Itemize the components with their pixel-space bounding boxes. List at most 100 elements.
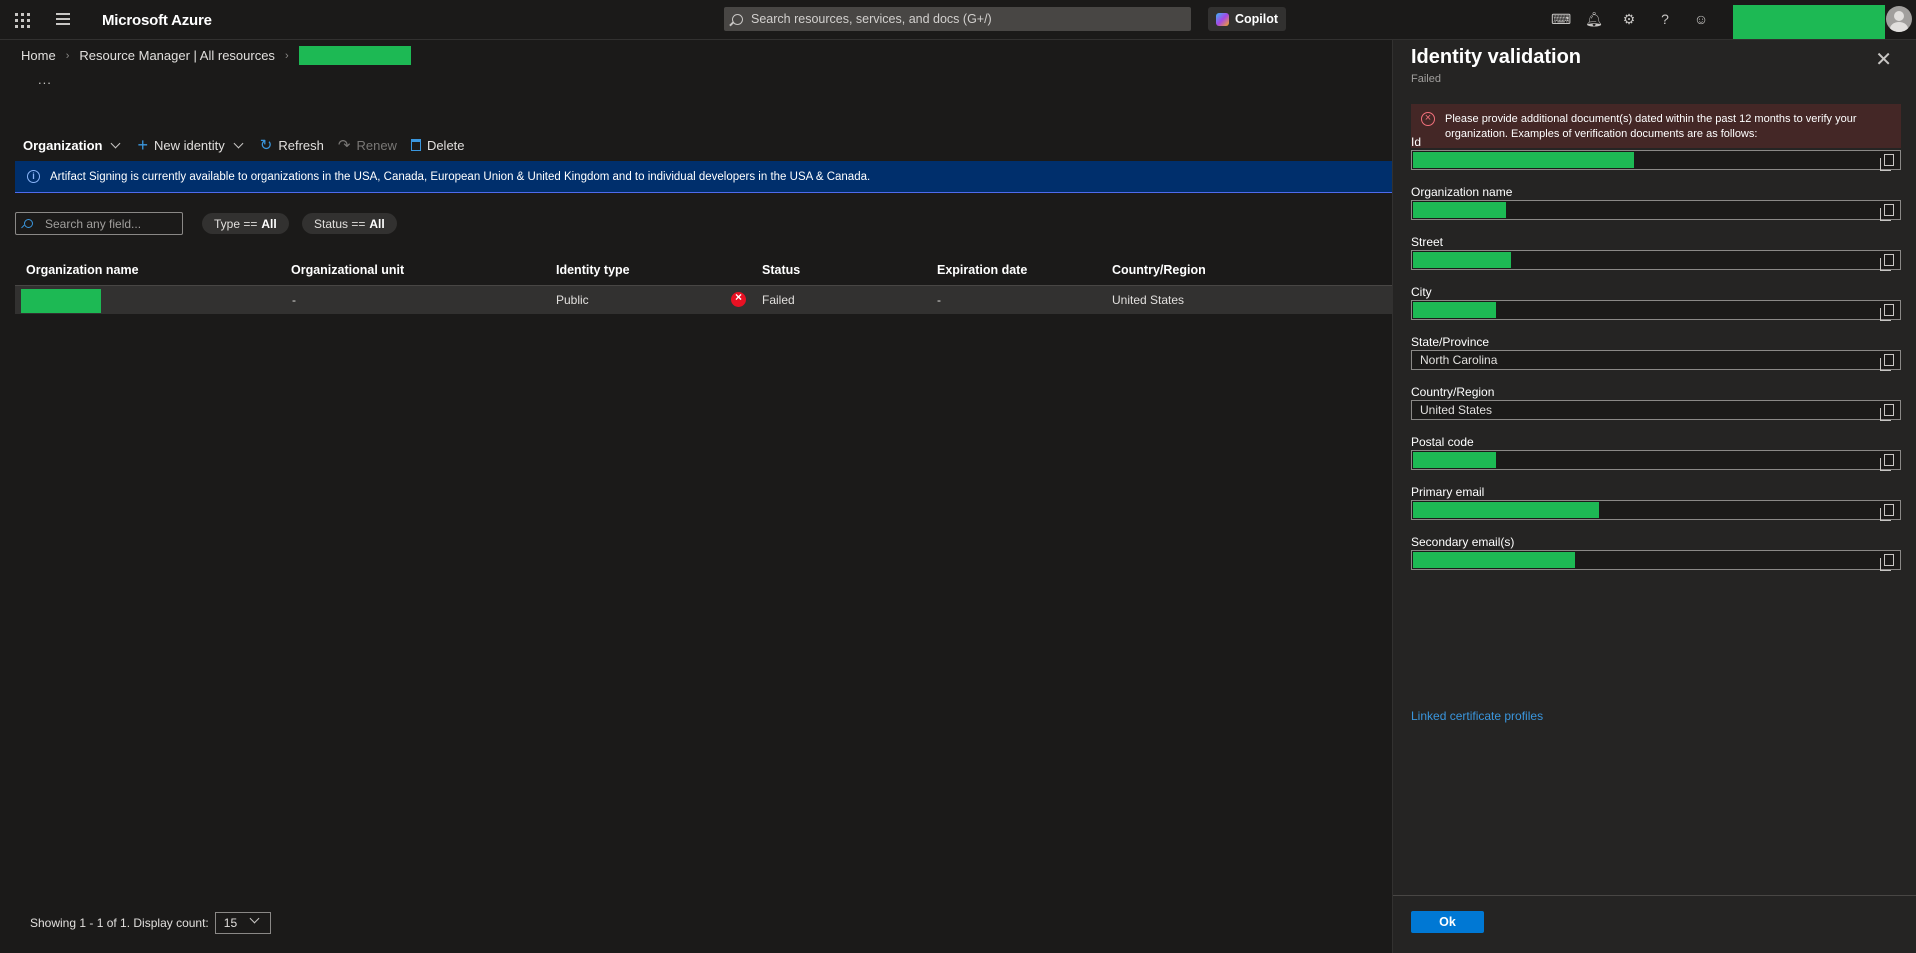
display-count-value: 15 (223, 916, 238, 930)
refresh-button[interactable]: ↻ Refresh (260, 136, 324, 154)
redacted-value (1413, 202, 1506, 218)
column-header[interactable]: Expiration date (937, 263, 1027, 277)
refresh-icon: ↻ (259, 137, 273, 154)
column-header[interactable]: Organizational unit (291, 263, 404, 277)
panel-subtitle: Failed (1411, 73, 1441, 85)
new-identity-label: New identity (153, 137, 225, 153)
help-icon[interactable]: ? (1656, 10, 1674, 28)
chevron-right-icon: › (65, 49, 70, 62)
copy-icon[interactable] (1880, 454, 1894, 471)
identity-type-cell: Public (556, 293, 589, 307)
global-search-input[interactable]: Search resources, services, and docs (G+… (724, 7, 1191, 31)
chevron-down-icon (249, 913, 260, 924)
field-label: State/Province (1411, 335, 1490, 349)
breadcrumb-home[interactable]: Home (21, 48, 56, 63)
expiration-date-cell: - (937, 293, 941, 307)
copy-icon[interactable] (1880, 304, 1894, 321)
delete-label: Delete (426, 137, 465, 153)
status-filter-value: All (369, 216, 385, 231)
copy-icon[interactable] (1880, 554, 1894, 571)
renew-label: Renew (356, 137, 397, 153)
error-status-icon (731, 290, 746, 307)
readonly-field[interactable] (1411, 450, 1901, 471)
redacted-value (1413, 552, 1575, 568)
close-icon[interactable]: ✕ (1875, 47, 1892, 72)
ok-button[interactable]: Ok (1411, 911, 1484, 933)
readonly-field[interactable]: United States (1411, 400, 1901, 421)
status-filter-pill[interactable]: Status == All (302, 213, 397, 234)
readonly-field[interactable] (1411, 200, 1901, 221)
portal-menu-icon[interactable] (56, 13, 70, 25)
avatar[interactable] (1886, 6, 1912, 32)
type-filter-label: Type == (214, 216, 258, 231)
type-filter-pill[interactable]: Type == All (202, 213, 289, 234)
country-region-cell: United States (1112, 293, 1185, 307)
linked-certificate-profiles-link[interactable]: Linked certificate profiles (1411, 709, 1543, 723)
column-header[interactable]: Identity type (556, 263, 630, 277)
column-header[interactable]: Organization name (26, 263, 139, 277)
renew-button[interactable]: ↷ Renew (338, 136, 397, 154)
copy-icon[interactable] (1880, 204, 1894, 221)
organizational-unit-cell: - (292, 293, 296, 307)
error-message: × Please provide additional document(s) … (1411, 104, 1901, 148)
field-label: Organization name (1411, 185, 1513, 199)
field-value: North Carolina (1420, 353, 1498, 367)
readonly-field[interactable] (1411, 250, 1901, 271)
field-label: City (1411, 285, 1432, 299)
organization-dropdown[interactable]: Organization (23, 138, 123, 153)
breadcrumb: Home › Resource Manager | All resources … (21, 46, 411, 65)
field-label: Primary email (1411, 485, 1485, 499)
command-bar: Organization + New identity ↻ Refresh ↷ … (23, 134, 479, 155)
app-launcher-icon[interactable] (12, 10, 32, 30)
refresh-label: Refresh (278, 137, 324, 153)
filter-search-input[interactable]: Search any field... (15, 212, 183, 235)
bell-icon[interactable]: 🔔︎ (1585, 10, 1603, 28)
error-message-text: Please provide additional document(s) da… (1445, 113, 1857, 140)
field-label: Country/Region (1411, 385, 1495, 399)
organization-name-redacted[interactable] (21, 289, 101, 313)
copy-icon[interactable] (1880, 404, 1894, 421)
readonly-field[interactable]: North Carolina (1411, 350, 1901, 371)
column-header[interactable]: Country/Region (1112, 263, 1206, 277)
account-name-redacted[interactable] (1733, 5, 1885, 39)
identity-validation-panel: Identity validation Failed ✕ × Please pr… (1392, 40, 1916, 953)
gear-icon[interactable]: ⚙ (1620, 10, 1638, 28)
copy-icon[interactable] (1880, 354, 1894, 371)
field-label: Id (1411, 135, 1422, 149)
field-label: Secondary email(s) (1411, 535, 1515, 549)
readonly-field[interactable] (1411, 300, 1901, 321)
copilot-button[interactable]: Copilot (1208, 7, 1286, 31)
redacted-value (1413, 302, 1496, 318)
more-actions-button[interactable]: ... (38, 72, 52, 87)
copy-icon[interactable] (1880, 154, 1894, 171)
new-identity-button[interactable]: + New identity (137, 134, 245, 155)
feedback-icon[interactable]: ☺ (1692, 10, 1710, 28)
plus-icon: + (137, 134, 148, 155)
copy-icon[interactable] (1880, 254, 1894, 271)
field-value: United States (1420, 403, 1493, 417)
pagination-footer: Showing 1 - 1 of 1. Display count: 15 (30, 912, 271, 934)
copilot-icon (1215, 12, 1229, 26)
status-cell[interactable]: Failed (762, 293, 795, 307)
delete-button[interactable]: Delete (410, 137, 465, 153)
organization-label: Organization (23, 137, 103, 153)
top-bar: Microsoft Azure Search resources, servic… (0, 0, 1916, 40)
renew-icon: ↷ (337, 137, 351, 154)
breadcrumb-current-redacted[interactable] (298, 46, 411, 65)
readonly-field[interactable] (1411, 550, 1901, 571)
info-banner: i Artifact Signing is currently availabl… (15, 161, 1392, 193)
readonly-field[interactable] (1411, 150, 1901, 171)
table-row[interactable]: - Public Failed - United States (15, 285, 1392, 314)
redacted-value (1413, 252, 1511, 268)
brand-title[interactable]: Microsoft Azure (102, 12, 212, 29)
chevron-down-icon (233, 138, 244, 148)
column-header[interactable]: Status (762, 263, 800, 277)
global-search-placeholder: Search resources, services, and docs (G+… (751, 12, 992, 26)
cloud-shell-icon[interactable]: ⌨ (1551, 10, 1571, 28)
chevron-right-icon: › (284, 49, 289, 62)
field-label: Street (1411, 235, 1444, 249)
readonly-field[interactable] (1411, 500, 1901, 521)
display-count-select[interactable]: 15 (214, 912, 271, 934)
copy-icon[interactable] (1880, 504, 1894, 521)
breadcrumb-resource-manager[interactable]: Resource Manager | All resources (79, 48, 275, 63)
